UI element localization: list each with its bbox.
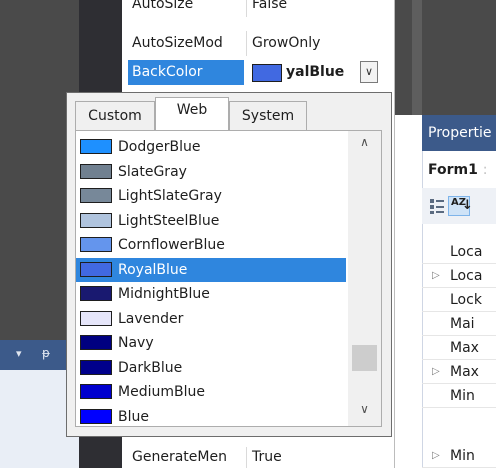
prop-row[interactable]: ▷ Min xyxy=(422,444,496,468)
prop-row-label: Max xyxy=(450,340,479,356)
color-name: DodgerBlue xyxy=(118,139,201,155)
prop-row[interactable]: Lock xyxy=(422,288,496,312)
color-name: SlateGray xyxy=(118,163,187,180)
expand-icon[interactable]: ▷ xyxy=(432,360,440,383)
prop-row[interactable]: Max xyxy=(422,336,496,360)
property-row-backcolor[interactable]: BackColor yalBlue ∨ xyxy=(122,60,395,85)
object-type-separator: : xyxy=(482,162,488,178)
dropdown-button[interactable]: ∨ xyxy=(360,61,378,83)
categorized-icon[interactable] xyxy=(430,198,444,214)
color-list-item[interactable]: DodgerBlue xyxy=(76,135,346,159)
color-swatch xyxy=(80,310,112,326)
property-value[interactable]: yalBlue xyxy=(286,60,346,85)
color-swatch xyxy=(80,359,112,375)
editor-scroll-strip xyxy=(412,0,422,115)
color-swatch xyxy=(80,188,112,203)
tab-web[interactable]: Web xyxy=(155,97,229,131)
window-dropdown-icon[interactable]: ▾ xyxy=(16,347,22,360)
color-swatch xyxy=(80,163,112,179)
prop-row-label: Min xyxy=(450,448,475,464)
property-name: BackColor xyxy=(128,60,244,85)
column-divider xyxy=(246,447,247,468)
prop-row-label: Mai xyxy=(450,316,475,332)
prop-row-label: Min xyxy=(450,388,475,404)
alphabetical-sort-icon[interactable]: AZ ↓ xyxy=(448,196,473,216)
color-list-item[interactable]: Navy xyxy=(76,331,346,355)
color-list-item[interactable]: CornflowerBlue xyxy=(76,233,346,257)
property-name: AutoSize xyxy=(132,0,194,12)
panel-divider xyxy=(394,0,395,468)
scroll-thumb[interactable] xyxy=(352,345,377,371)
property-value[interactable]: GrowOnly xyxy=(252,31,395,56)
property-name: GenerateMen xyxy=(132,449,227,465)
property-row-autosizemode[interactable]: AutoSizeMod GrowOnly xyxy=(122,31,395,56)
properties-panel-title[interactable]: Propertie xyxy=(422,115,496,151)
scrollbar[interactable]: ∧ ∨ xyxy=(348,130,382,427)
color-name: Navy xyxy=(118,335,154,351)
property-row-autosize[interactable]: AutoSize False xyxy=(122,0,395,17)
color-list-item[interactable]: MediumBlue xyxy=(76,380,346,404)
color-list-item[interactable]: RoyalBlue xyxy=(76,257,346,282)
color-name: CornflowerBlue xyxy=(118,237,225,253)
properties-toolbar: AZ ↓ xyxy=(422,188,496,224)
color-name: DarkBlue xyxy=(118,359,183,376)
color-list-item[interactable]: LightSlateGray xyxy=(76,184,346,208)
color-picker-dropdown: Custom System Web DodgerBlue SlateGray Lig… xyxy=(66,92,392,437)
prop-row-label: Loca xyxy=(450,244,483,260)
color-list-item[interactable]: Lavender xyxy=(76,307,346,331)
prop-row[interactable]: Loca xyxy=(422,240,496,264)
column-divider xyxy=(246,0,247,17)
scroll-down-icon[interactable]: ∨ xyxy=(348,402,381,422)
expand-icon[interactable]: ▷ xyxy=(432,444,440,467)
prop-row[interactable]: Mai xyxy=(422,312,496,336)
color-name: MediumBlue xyxy=(118,384,205,400)
color-swatch xyxy=(80,335,112,350)
color-swatch xyxy=(80,286,112,301)
tab-custom[interactable]: Custom xyxy=(75,101,155,131)
sort-arrow-icon: ↓ xyxy=(462,198,473,213)
prop-row-label: Lock xyxy=(450,292,482,308)
property-row-generatemember[interactable]: GenerateMen True xyxy=(122,447,395,468)
scroll-up-icon[interactable]: ∧ xyxy=(348,135,381,155)
color-swatch xyxy=(80,408,112,424)
property-value[interactable]: False xyxy=(252,0,395,17)
prop-row-label: Max xyxy=(450,364,479,380)
prop-row[interactable]: ▷ Max xyxy=(422,360,496,384)
color-name: Lavender xyxy=(118,310,184,327)
column-divider xyxy=(246,31,247,56)
property-grid: AutoSize False AutoSizeMod GrowOnly Back… xyxy=(122,0,395,95)
color-name: MidnightBlue xyxy=(118,286,210,302)
color-name: RoyalBlue xyxy=(118,261,188,278)
color-name: LightSteelBlue xyxy=(118,212,220,229)
color-swatch xyxy=(252,64,282,82)
color-swatch xyxy=(80,237,112,252)
editor-background xyxy=(395,0,496,115)
prop-row-label: Loca xyxy=(450,268,483,284)
property-name: AutoSizeMod xyxy=(132,35,223,51)
expand-icon[interactable]: ▷ xyxy=(432,264,440,287)
object-name: Form1 xyxy=(428,162,478,178)
prop-row[interactable]: ▷ Loca xyxy=(422,264,496,288)
color-list-item[interactable]: LightSteelBlue xyxy=(76,209,346,233)
color-list-item[interactable]: DarkBlue xyxy=(76,356,346,380)
tab-system[interactable]: System xyxy=(229,101,307,131)
color-name: Blue xyxy=(118,408,149,425)
color-swatch xyxy=(80,212,112,228)
pin-icon[interactable]: ᵽ xyxy=(42,346,50,360)
color-swatch xyxy=(80,384,112,399)
color-list-item[interactable]: MidnightBlue xyxy=(76,282,346,306)
color-list[interactable]: DodgerBlue SlateGray LightSlateGray LightSt… xyxy=(75,130,356,427)
color-name: LightSlateGray xyxy=(118,188,222,204)
color-swatch xyxy=(80,261,112,277)
color-list-item[interactable]: Blue xyxy=(76,405,346,427)
color-swatch xyxy=(80,139,112,154)
color-list-item[interactable]: SlateGray xyxy=(76,160,346,184)
property-value[interactable]: True xyxy=(252,447,282,468)
object-selector[interactable]: Form1 : xyxy=(422,155,496,185)
prop-row[interactable]: Min xyxy=(422,384,496,408)
